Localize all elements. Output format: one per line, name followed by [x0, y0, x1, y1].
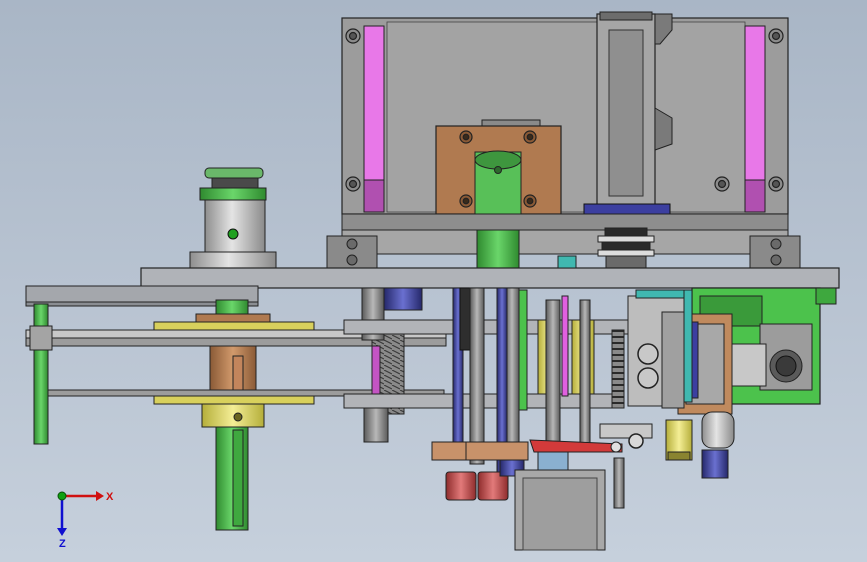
tower-flange	[189, 251, 277, 271]
tower-top-cap	[204, 167, 264, 179]
right-actuator-assembly[interactable]	[599, 287, 837, 479]
base-plate-body	[341, 229, 789, 255]
gripper-roller-top	[637, 343, 659, 365]
large-pulley-top-rim	[153, 321, 315, 331]
magenta-rail-right	[744, 25, 766, 187]
coupling-stack	[597, 227, 655, 269]
red-lever	[529, 439, 623, 453]
small-bearing-block	[537, 451, 569, 471]
left-lower-shaft-key	[232, 429, 244, 527]
bottom-pin	[613, 457, 625, 509]
magenta-stripe	[561, 295, 569, 397]
yellow-sensor-cap	[667, 451, 691, 461]
green-rod-center	[518, 289, 528, 411]
cad-viewport[interactable]: X Z	[0, 0, 867, 562]
left-bearing-tower[interactable]	[189, 167, 277, 271]
gray-spindle	[545, 299, 561, 451]
triad-x-arrow	[96, 491, 104, 501]
small-bracket	[599, 423, 653, 439]
green-shaft-upper	[476, 229, 520, 271]
large-pulley-bottom-rim	[153, 395, 315, 405]
red-lever-pivot	[610, 441, 622, 453]
magenta-rail-left-base	[363, 179, 385, 213]
triad-z-label: Z	[59, 538, 66, 550]
tower-indicator	[227, 228, 239, 240]
teal-frame-post	[683, 289, 693, 403]
motor-plate-bracket	[481, 119, 541, 127]
large-pulley-brown	[195, 313, 271, 323]
far-left-post	[33, 303, 49, 445]
gripper-roller-bottom	[637, 367, 659, 389]
red-nozzle-left	[445, 471, 477, 501]
navy-guide-base	[583, 203, 671, 215]
small-bracket-ring	[628, 433, 644, 449]
gripper-face	[661, 311, 685, 409]
linear-guide-face	[608, 29, 644, 197]
gray-spindle-2	[579, 299, 591, 451]
navy-block-top	[383, 287, 423, 311]
brown-slider-left	[431, 441, 467, 461]
coordinate-triad: X Z	[57, 491, 114, 550]
main-plate-top	[140, 267, 840, 289]
navy-foot	[701, 449, 729, 479]
magenta-rail-right-base	[744, 179, 766, 213]
triad-z-arrow	[57, 528, 67, 536]
gray-shaft-a	[469, 287, 485, 465]
gear-rack	[611, 329, 625, 409]
cylinder-ring-inner	[775, 355, 797, 377]
far-left-post-cap	[29, 325, 53, 351]
green-housing-step	[815, 287, 837, 305]
tower-collar	[199, 187, 267, 201]
top-housing[interactable]	[341, 11, 789, 215]
central-mechanism[interactable]	[343, 255, 633, 551]
left-collar-screw	[233, 412, 243, 422]
green-coupling-bolt	[494, 166, 502, 174]
bottom-motor-face	[522, 477, 598, 551]
magenta-rail-left	[363, 25, 385, 187]
brown-slider-right	[465, 441, 529, 461]
left-yellow-collar	[201, 402, 265, 428]
tower-housing-cyl	[204, 199, 266, 253]
gray-roller	[701, 411, 735, 449]
linear-guide-cap	[599, 11, 653, 21]
triad-y-origin	[57, 491, 67, 501]
teal-block	[557, 255, 577, 269]
base-plate-top-edge	[341, 213, 789, 231]
triad-x-label: X	[106, 491, 114, 503]
